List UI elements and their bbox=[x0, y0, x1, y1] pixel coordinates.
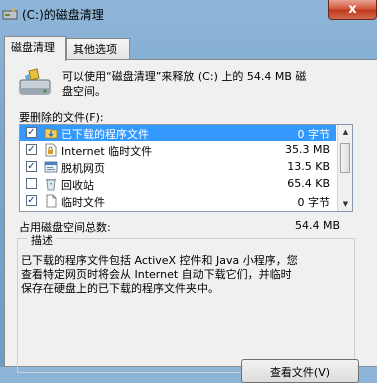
list-item[interactable]: ✓ Internet 临时文件 35.3 MB bbox=[20, 142, 336, 158]
checkbox[interactable]: ✓ bbox=[26, 127, 37, 138]
file-name: Internet 临时文件 bbox=[61, 145, 153, 158]
file-size: 35.3 MB bbox=[284, 143, 330, 156]
tab-disk-cleanup[interactable]: 磁盘清理 bbox=[4, 36, 66, 61]
list-item[interactable]: ✓ 脱机网页 13.5 KB bbox=[20, 159, 336, 175]
recycle-bin-icon bbox=[46, 179, 56, 191]
summary-text: 可以使用“磁盘清理”来释放 (C:) 上的 54.4 MB 磁 盘空间。 bbox=[62, 70, 307, 98]
scroll-up-icon[interactable]: ▲ bbox=[339, 125, 352, 139]
file-name: 脱机网页 bbox=[61, 162, 105, 175]
total-space-value: 54.4 MB bbox=[295, 219, 341, 232]
title-bar[interactable]: (C:)的磁盘清理 x bbox=[0, 0, 377, 28]
scroll-down-icon[interactable]: ▼ bbox=[339, 197, 352, 211]
file-size: 65.4 KB bbox=[287, 177, 330, 190]
file-size: 0 字节 bbox=[297, 196, 331, 209]
document-lock-icon bbox=[45, 143, 57, 157]
file-size: 0 字节 bbox=[297, 128, 331, 141]
list-scrollbar[interactable]: ▲ ▼ bbox=[337, 125, 352, 211]
checkbox[interactable]: ✓ bbox=[26, 195, 37, 206]
view-files-button[interactable]: 查看文件(V) bbox=[241, 359, 359, 383]
close-icon: x bbox=[348, 2, 357, 17]
window-title: (C:)的磁盘清理 bbox=[22, 8, 104, 22]
file-name: 已下载的程序文件 bbox=[61, 128, 149, 141]
list-item[interactable]: ✓ 已下载的程序文件 0 字节 bbox=[20, 125, 336, 141]
checkbox[interactable]: ✓ bbox=[26, 161, 37, 172]
scroll-thumb[interactable] bbox=[340, 143, 350, 173]
checkbox[interactable] bbox=[26, 178, 37, 189]
list-item[interactable]: ✓ 临时文件 0 字节 bbox=[20, 193, 336, 209]
file-name: 回收站 bbox=[61, 179, 94, 192]
files-to-delete-label: 要删除的文件(F): bbox=[19, 111, 104, 124]
file-size: 13.5 KB bbox=[287, 160, 330, 173]
description-text: 已下载的程序文件包括 ActiveX 控件和 Java 小程序，您 查看特定网页… bbox=[21, 254, 298, 295]
file-name: 临时文件 bbox=[61, 196, 105, 209]
disk-cleanup-icon bbox=[19, 68, 51, 95]
offline-page-icon bbox=[44, 161, 58, 173]
files-list[interactable]: ✓ 已下载的程序文件 0 字节 ✓ Internet 临时文件 35.3 MB … bbox=[19, 124, 353, 212]
download-folder-icon bbox=[44, 128, 58, 139]
tab-strip: 磁盘清理 其他选项 bbox=[4, 36, 377, 61]
description-title: 描述 bbox=[27, 232, 57, 248]
disk-cleanup-app-icon bbox=[2, 8, 18, 20]
close-button[interactable]: x bbox=[328, 0, 377, 20]
tab-more-options[interactable]: 其他选项 bbox=[66, 38, 130, 59]
tab-panel: 可以使用“磁盘清理”来释放 (C:) 上的 54.4 MB 磁 盘空间。 要删除… bbox=[4, 59, 377, 383]
list-item[interactable]: 回收站 65.4 KB bbox=[20, 176, 336, 192]
temp-file-icon bbox=[46, 194, 57, 208]
checkbox[interactable]: ✓ bbox=[26, 144, 37, 155]
